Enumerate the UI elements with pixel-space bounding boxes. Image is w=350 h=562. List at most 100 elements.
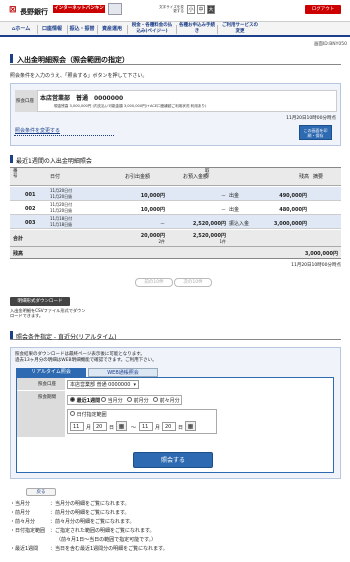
total-deposit: 2,520,000円 xyxy=(192,233,226,239)
row-type: 出金 xyxy=(229,193,240,199)
total-deposit-count: 1件 xyxy=(219,239,226,244)
month-unit: 月 xyxy=(86,425,92,431)
nav-divider xyxy=(127,25,128,34)
period-option-date-range[interactable]: 日付指定範囲 xyxy=(70,411,107,418)
search-account-label: 照会口座 xyxy=(38,382,56,387)
calendar-icon[interactable]: ▦ xyxy=(116,421,127,431)
day-unit: 日 xyxy=(109,425,115,431)
radio-icon xyxy=(70,411,75,416)
tab-web-passbook[interactable]: WEB通帳照会 xyxy=(88,368,158,377)
search-submit-button[interactable]: 照会する xyxy=(133,452,213,468)
next-page-button[interactable]: 次の10件 xyxy=(174,278,212,287)
download-note-cont: ロードできます。 xyxy=(10,313,44,318)
period-option-last-month[interactable]: 前月分 xyxy=(127,397,149,404)
link-underline xyxy=(14,135,114,136)
bank-name: 長野銀行 xyxy=(20,8,48,16)
instruction-text: 照会条件を入力のうえ、「照会する」ボタンを押して下さい。 xyxy=(10,73,148,79)
font-size-medium-button[interactable]: 中 xyxy=(197,5,205,14)
day-unit: 日 xyxy=(178,425,184,431)
note-item: ・最近1週間 ：当日を含む最近1週間分の明細をご覧になれます。 xyxy=(10,546,168,552)
row-withdraw: 10,000円 xyxy=(140,193,165,199)
row-withdraw: 10,000円 xyxy=(140,207,165,213)
col-header-balance: 残高 xyxy=(299,174,310,180)
computer-icon xyxy=(108,3,122,15)
row-type: 出金 xyxy=(229,207,240,213)
row-balance: 480,000円 xyxy=(279,207,307,213)
from-day-select[interactable]: 20 xyxy=(93,422,107,431)
radio-icon xyxy=(70,397,75,402)
row-balance: 490,000円 xyxy=(279,193,307,199)
row-no: 002 xyxy=(25,206,36,212)
account-label: 照会口座 xyxy=(16,99,34,104)
radio-icon xyxy=(153,397,158,402)
back-button[interactable]: 戻る xyxy=(26,488,56,496)
bank-logo-icon: ⊠ xyxy=(9,5,17,15)
title-accent-bar xyxy=(10,54,13,63)
chevron-down-icon: ▾ xyxy=(133,382,136,388)
internet-banking-badge: インターネットバンキング xyxy=(53,5,105,19)
nav-divider xyxy=(217,25,218,34)
print-save-button[interactable]: この画面を印刷・保存 xyxy=(299,125,332,140)
note-item: ・日付指定範囲 ：ご指定された範囲の明細をご覧になれます。 xyxy=(10,528,155,534)
change-conditions-link[interactable]: 照会条件を変更する xyxy=(15,127,60,134)
period-option-two-months-ago[interactable]: 前々月分 xyxy=(153,397,180,404)
range-tilde: 〜 xyxy=(131,425,137,431)
radio-icon xyxy=(127,397,132,402)
nav-divider xyxy=(176,25,177,34)
row-withdraw: － xyxy=(159,221,165,227)
prev-page-button[interactable]: 前の10件 xyxy=(135,278,173,287)
tab-realtime[interactable]: リアルタイム照会 xyxy=(16,368,86,377)
nav-home[interactable]: ⌂ホーム xyxy=(6,23,36,36)
radio-icon xyxy=(101,397,106,402)
col-header-memo: 摘要 xyxy=(313,174,324,180)
row-balance: 3,000,000円 xyxy=(273,221,307,227)
search-desc-2: 過去13ヶ月分の明細はWEB明細機能で確認できます。ご利用下さい。 xyxy=(15,358,157,363)
account-select[interactable]: 本店営業部 普通 0000000 ▾ xyxy=(67,380,139,389)
screen-id: 画面ID:BNY050 xyxy=(313,42,347,47)
row-date-handled: 11月20日扱 xyxy=(50,194,73,199)
row-date-handled: 11月18日扱 xyxy=(50,222,73,227)
period-option-this-month[interactable]: 当月分 xyxy=(101,397,123,404)
row-date-handled: 11月20日扱 xyxy=(50,208,73,213)
font-size-label: 文字サイズを変更する xyxy=(158,5,184,13)
nav-asset-management[interactable]: 資産運用 xyxy=(98,23,126,36)
logout-button[interactable]: ログアウト xyxy=(305,5,341,14)
balance-label: 残高 xyxy=(13,251,24,257)
font-size-small-button[interactable]: 小 xyxy=(187,5,195,14)
row-deposit: － xyxy=(220,207,226,213)
section-accent-bar xyxy=(10,155,13,163)
nav-tax-payment[interactable]: 税金・各種料金の払込み(ペイジー) xyxy=(130,23,174,36)
nav-service-change[interactable]: ご利用サービスの変更 xyxy=(220,23,260,36)
row-deposit: － xyxy=(220,193,226,199)
col-header-withdraw: お引出金額 xyxy=(125,174,151,180)
row-no: 001 xyxy=(25,192,36,198)
font-size-large-button[interactable]: 大 xyxy=(207,5,215,14)
row-type: 振込入金 xyxy=(229,221,250,227)
search-section-title: 照会条件指定 - 直近分(リアルタイム) xyxy=(16,334,117,341)
col-header-type: 取引 xyxy=(205,169,210,179)
nav-account-info[interactable]: 口座情報 xyxy=(38,23,66,36)
note-item: ・前月分 ：前月分の明細をご覧になれます。 xyxy=(10,510,130,516)
total-withdraw-count: 2件 xyxy=(158,239,165,244)
row-no: 003 xyxy=(25,220,36,226)
from-month-select[interactable]: 11 xyxy=(70,422,84,431)
balance-value: 3,000,000円 xyxy=(304,251,338,257)
section-accent-bar xyxy=(10,331,13,339)
row-deposit: 2,520,000円 xyxy=(192,221,226,227)
account-timestamp: 11月20日10時00分時点 xyxy=(286,116,336,121)
col-header-no: 番号 xyxy=(13,169,18,179)
page-title: 入出金明細照会（照会範囲の指定） xyxy=(17,56,129,64)
download-button[interactable]: 明細形式ダウンロード xyxy=(10,297,70,306)
nav-applications[interactable]: 各種お申込み手続き xyxy=(179,23,215,36)
calendar-icon[interactable]: ▦ xyxy=(185,421,196,431)
search-period-label: 照会期間 xyxy=(38,395,56,400)
note-item: ・前々月分 ：前々月分の明細をご覧になれます。 xyxy=(10,519,135,525)
period-option-week[interactable]: 最近1週間 xyxy=(70,397,100,404)
account-value: 本店営業部 普通 0000000 xyxy=(40,95,124,102)
to-month-select[interactable]: 11 xyxy=(139,422,153,431)
recent-section-title: 最近1週間の入出金明細照会 xyxy=(16,158,92,165)
recent-timestamp: 11月20日10時00分時点 xyxy=(291,263,341,268)
total-withdraw: 20,000円 xyxy=(140,233,165,239)
to-day-select[interactable]: 20 xyxy=(162,422,176,431)
nav-transfer[interactable]: 振込・振替 xyxy=(68,23,96,36)
